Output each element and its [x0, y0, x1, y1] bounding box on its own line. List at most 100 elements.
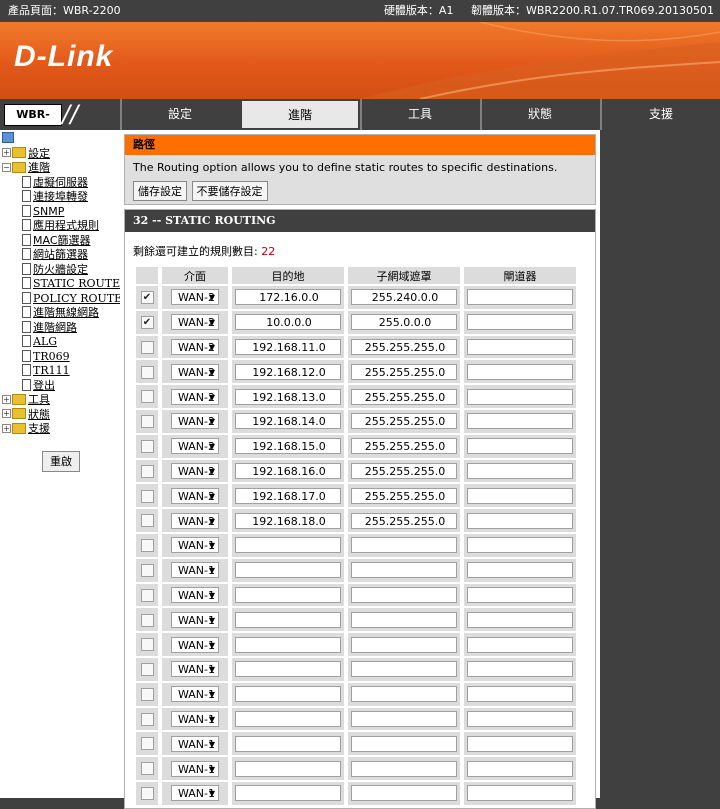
interface-select[interactable]: WAN-1 ▼ — [171, 735, 219, 752]
sidebar-item-label[interactable]: 登出 — [33, 379, 55, 392]
destination-input[interactable]: 10.0.0.0 — [235, 314, 341, 331]
destination-input[interactable]: 172.16.0.0 — [235, 289, 341, 306]
destination-input[interactable] — [235, 760, 341, 777]
interface-select[interactable]: WAN-2 ▼ — [171, 338, 219, 355]
sidebar-item-virtual-server[interactable]: 虛擬伺服器 — [2, 175, 122, 191]
sidebar-item-label[interactable]: 進階網路 — [33, 321, 77, 334]
subnet-mask-input[interactable]: 255.255.255.0 — [351, 438, 457, 455]
sidebar-item-label[interactable]: TR069 — [33, 350, 70, 363]
sidebar-item-label[interactable]: 進階無線網路 — [33, 306, 99, 319]
sidebar-item-policy-route[interactable]: POLICY ROUTE — [2, 291, 122, 307]
sidebar-item-alg[interactable]: ALG — [2, 335, 122, 350]
tab-support[interactable]: 支援 — [600, 99, 720, 130]
sidebar-item-advanced-network[interactable]: 進階網路 — [2, 320, 122, 336]
sidebar-item-label[interactable]: MAC篩選器 — [33, 234, 91, 247]
gateway-input[interactable] — [467, 636, 573, 653]
subnet-mask-input[interactable] — [351, 537, 457, 554]
enable-checkbox[interactable]: ✔ — [140, 315, 154, 329]
gateway-input[interactable] — [467, 686, 573, 703]
interface-select[interactable]: WAN-1 ▼ — [171, 760, 219, 777]
destination-input[interactable] — [235, 710, 341, 727]
gateway-input[interactable] — [467, 760, 573, 777]
subnet-mask-input[interactable] — [351, 562, 457, 579]
gateway-input[interactable] — [467, 487, 573, 504]
sidebar-item-label[interactable]: 應用程式規則 — [33, 219, 99, 232]
tab-tools[interactable]: 工具 — [360, 99, 478, 130]
reboot-button[interactable]: 重啟 — [42, 451, 80, 472]
sidebar-item-label[interactable]: 狀態 — [28, 408, 50, 421]
interface-select[interactable]: WAN-2 ▼ — [171, 512, 219, 529]
destination-input[interactable]: 192.168.15.0 — [235, 438, 341, 455]
destination-input[interactable] — [235, 537, 341, 554]
save-settings-button[interactable]: 儲存設定 — [133, 181, 187, 201]
subnet-mask-input[interactable] — [351, 636, 457, 653]
sidebar-item-status[interactable]: + 狀態 — [2, 408, 122, 423]
sidebar-item-label[interactable]: SNMP — [33, 205, 64, 218]
gateway-input[interactable] — [467, 611, 573, 628]
subnet-mask-input[interactable]: 255.255.255.0 — [351, 512, 457, 529]
sidebar-item-label[interactable]: 設定 — [28, 147, 50, 160]
destination-input[interactable]: 192.168.17.0 — [235, 487, 341, 504]
interface-select[interactable]: WAN-1 ▼ — [171, 686, 219, 703]
enable-checkbox[interactable] — [140, 439, 154, 453]
destination-input[interactable]: 192.168.13.0 — [235, 388, 341, 405]
tab-status[interactable]: 狀態 — [480, 99, 598, 130]
gateway-input[interactable] — [467, 388, 573, 405]
gateway-input[interactable] — [467, 562, 573, 579]
collapse-icon[interactable]: − — [2, 162, 11, 172]
subnet-mask-input[interactable] — [351, 785, 457, 802]
subnet-mask-input[interactable] — [351, 686, 457, 703]
interface-select[interactable]: WAN-1 ▼ — [171, 785, 219, 802]
enable-checkbox[interactable] — [140, 415, 154, 429]
subnet-mask-input[interactable]: 255.240.0.0 — [351, 289, 457, 306]
interface-select[interactable]: WAN-2 ▼ — [171, 388, 219, 405]
sidebar-item-label[interactable]: 虛擬伺服器 — [33, 176, 88, 189]
gateway-input[interactable] — [467, 785, 573, 802]
subnet-mask-input[interactable]: 255.255.255.0 — [351, 462, 457, 479]
enable-checkbox[interactable] — [140, 340, 154, 354]
subnet-mask-input[interactable] — [351, 586, 457, 603]
interface-select[interactable]: WAN-1 ▼ — [171, 562, 219, 579]
interface-select[interactable]: WAN-2 ▼ — [171, 289, 219, 306]
enable-checkbox[interactable] — [140, 687, 154, 701]
expand-icon[interactable]: + — [2, 409, 11, 418]
interface-select[interactable]: WAN-1 ▼ — [171, 586, 219, 603]
enable-checkbox[interactable] — [140, 365, 154, 379]
enable-checkbox[interactable] — [140, 762, 154, 776]
destination-input[interactable] — [235, 735, 341, 752]
sidebar-item-advanced-wireless[interactable]: 進階無線網路 — [2, 306, 122, 321]
enable-checkbox[interactable] — [140, 539, 154, 553]
interface-select[interactable]: WAN-2 ▼ — [171, 438, 219, 455]
sidebar-item-label[interactable]: 工具 — [28, 393, 50, 406]
sidebar-item-advanced[interactable]: − 進階 — [2, 161, 122, 176]
enable-checkbox[interactable] — [140, 663, 154, 677]
sidebar-item-label[interactable]: 進階 — [28, 161, 50, 174]
subnet-mask-input[interactable]: 255.255.255.0 — [351, 388, 457, 405]
enable-checkbox[interactable] — [140, 588, 154, 602]
destination-input[interactable]: 192.168.18.0 — [235, 512, 341, 529]
enable-checkbox[interactable] — [140, 390, 154, 404]
gateway-input[interactable] — [467, 289, 573, 306]
enable-checkbox[interactable] — [140, 464, 154, 478]
destination-input[interactable] — [235, 661, 341, 678]
enable-checkbox[interactable] — [140, 563, 154, 577]
destination-input[interactable]: 192.168.16.0 — [235, 462, 341, 479]
gateway-input[interactable] — [467, 338, 573, 355]
enable-checkbox[interactable] — [140, 712, 154, 726]
gateway-input[interactable] — [467, 413, 573, 430]
sidebar-item-tr069[interactable]: TR069 — [2, 349, 122, 365]
interface-select[interactable]: WAN-2 ▼ — [171, 363, 219, 380]
enable-checkbox[interactable]: ✔ — [140, 291, 154, 305]
gateway-input[interactable] — [467, 438, 573, 455]
enable-checkbox[interactable] — [140, 737, 154, 751]
enable-checkbox[interactable] — [140, 489, 154, 503]
gateway-input[interactable] — [467, 363, 573, 380]
interface-select[interactable]: WAN-2 ▼ — [171, 314, 219, 331]
destination-input[interactable]: 192.168.11.0 — [235, 338, 341, 355]
destination-input[interactable] — [235, 785, 341, 802]
interface-select[interactable]: WAN-1 ▼ — [171, 636, 219, 653]
subnet-mask-input[interactable]: 255.255.255.0 — [351, 338, 457, 355]
enable-checkbox[interactable] — [140, 514, 154, 528]
sidebar-item-label[interactable]: POLICY ROUTE — [33, 292, 122, 305]
sidebar-item-label[interactable]: STATIC ROUTE — [33, 277, 120, 290]
